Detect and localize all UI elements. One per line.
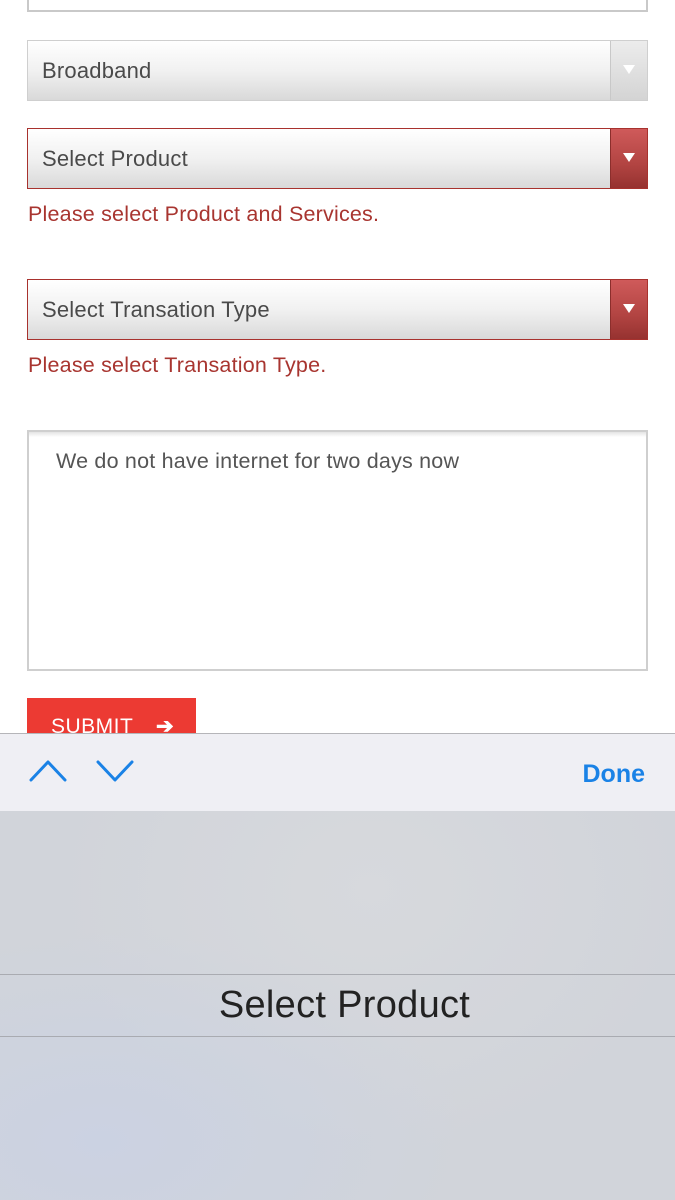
picker-selection-bottom-line [0, 1036, 675, 1037]
dropdown-arrow-icon [610, 129, 647, 188]
product-picker-wheel[interactable]: Select Product [0, 811, 675, 1200]
transaction-type-error-message: Please select Transation Type. [28, 353, 327, 377]
picker-selected-option[interactable]: Select Product [0, 974, 675, 1036]
transaction-type-select[interactable]: Select Transation Type [27, 279, 648, 340]
chevron-up-icon[interactable] [28, 756, 68, 786]
arrow-right-icon: ➔ [156, 715, 175, 733]
keyboard-toolbar: Done [0, 733, 675, 811]
product-error-message: Please select Product and Services. [28, 202, 380, 226]
product-select-value: Select Product [42, 146, 188, 171]
submit-button-label: SUBMIT [51, 715, 134, 733]
dropdown-arrow-icon [610, 41, 647, 100]
message-textarea-value: We do not have internet for two days now [56, 449, 460, 473]
submit-button[interactable]: SUBMIT ➔ [27, 698, 196, 733]
form-area: Broadband Select Product Please select P… [0, 0, 675, 733]
category-select[interactable]: Broadband [27, 40, 648, 101]
product-select[interactable]: Select Product [27, 128, 648, 189]
category-select-value: Broadband [42, 58, 152, 83]
done-button[interactable]: Done [583, 760, 646, 789]
chevron-down-icon[interactable] [95, 756, 135, 786]
previous-field[interactable] [27, 0, 648, 12]
dropdown-arrow-icon [610, 280, 647, 339]
message-textarea[interactable]: We do not have internet for two days now [27, 430, 648, 671]
transaction-type-select-value: Select Transation Type [42, 297, 270, 322]
